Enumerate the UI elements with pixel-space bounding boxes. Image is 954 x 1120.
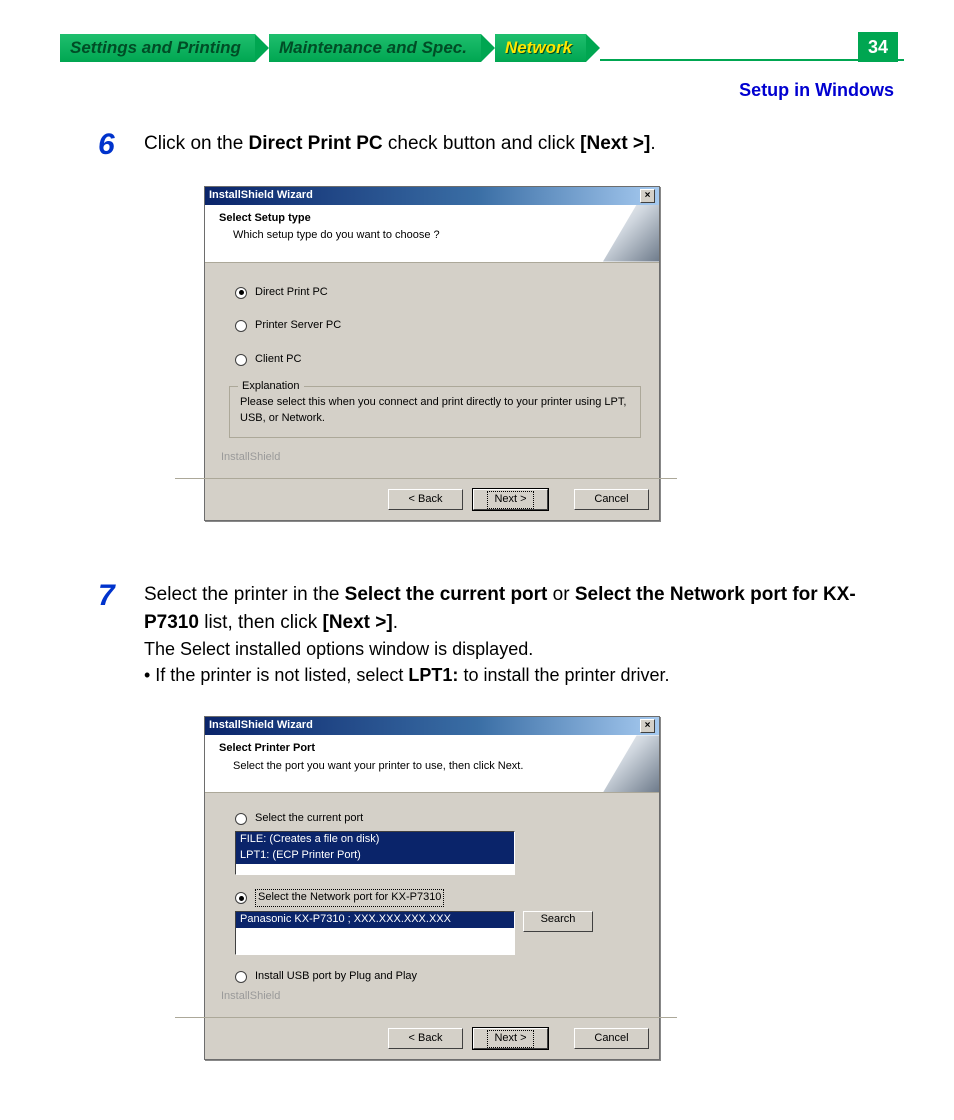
step6-text2: check button and click: [383, 133, 581, 154]
step7-note2b: LPT1:: [408, 665, 458, 685]
dialog-header: Select Setup type Which setup type do yo…: [205, 205, 659, 263]
step7-note1: The Select installed options window is d…: [144, 636, 894, 662]
divider: [175, 478, 677, 479]
installshield-brand: InstallShield: [221, 450, 641, 466]
radio-icon: [235, 813, 247, 825]
step7-bold-3: [Next >]: [323, 612, 393, 633]
setup-type-dialog: InstallShield Wizard × Select Setup type…: [204, 186, 660, 522]
radio-icon: [235, 320, 247, 332]
dialog-subheading: Select the port you want your printer to…: [233, 759, 649, 775]
network-port-list[interactable]: Panasonic KX-P7310 ; XXX.XXX.XXX.XXX: [235, 911, 515, 955]
tab-network[interactable]: Network: [495, 34, 586, 62]
page-number: 34: [858, 32, 898, 62]
radio-icon: [235, 971, 247, 983]
top-nav: Settings and Printing Maintenance and Sp…: [60, 34, 904, 62]
radio-printer-server[interactable]: Printer Server PC: [235, 318, 641, 334]
close-icon[interactable]: ×: [640, 189, 655, 203]
divider: [175, 1017, 677, 1018]
step7-text4: .: [393, 612, 398, 633]
step7-bold-1: Select the current port: [345, 584, 548, 605]
cancel-button[interactable]: Cancel: [574, 1028, 649, 1049]
explanation-box: Explanation Please select this when you …: [229, 386, 641, 438]
radio-icon: [235, 354, 247, 366]
radio-direct-print[interactable]: Direct Print PC: [235, 285, 641, 301]
radio-label: Printer Server PC: [255, 318, 341, 334]
list-item[interactable]: Panasonic KX-P7310 ; XXX.XXX.XXX.XXX: [236, 912, 514, 928]
search-button[interactable]: Search: [523, 911, 593, 932]
cancel-button[interactable]: Cancel: [574, 489, 649, 510]
step-number: 7: [98, 581, 144, 1100]
step7-text2: or: [547, 584, 574, 605]
dialog-subheading: Which setup type do you want to choose ?: [233, 228, 649, 244]
select-port-dialog: InstallShield Wizard × Select Printer Po…: [204, 716, 660, 1060]
tab-maintenance[interactable]: Maintenance and Spec.: [269, 34, 481, 62]
radio-current-port[interactable]: Select the current port: [235, 811, 641, 827]
dialog-titlebar: InstallShield Wizard ×: [205, 717, 659, 735]
next-button[interactable]: Next >: [473, 1028, 548, 1049]
back-button[interactable]: < Back: [388, 489, 463, 510]
dialog-titlebar: InstallShield Wizard ×: [205, 187, 659, 205]
radio-client-pc[interactable]: Client PC: [235, 352, 641, 368]
radio-label: Client PC: [255, 352, 301, 368]
step-number: 6: [98, 130, 144, 561]
list-item[interactable]: FILE: (Creates a file on disk): [236, 832, 514, 848]
step7-note2a: • If the printer is not listed, select: [144, 665, 408, 685]
fieldset-legend: Explanation: [238, 379, 304, 395]
installshield-brand: InstallShield: [221, 989, 641, 1005]
dialog-header: Select Printer Port Select the port you …: [205, 735, 659, 793]
dialog-heading: Select Printer Port: [219, 741, 649, 757]
dialog-heading: Select Setup type: [219, 211, 649, 227]
step6-text3: .: [650, 133, 655, 154]
step7-text: Select the printer in the: [144, 584, 345, 605]
explanation-text: Please select this when you connect and …: [240, 395, 630, 427]
radio-label: Select the Network port for KX-P7310: [255, 889, 444, 907]
step-6: 6 Click on the Direct Print PC check but…: [98, 130, 894, 561]
list-item[interactable]: LPT1: (ECP Printer Port): [236, 848, 514, 864]
radio-label: Select the current port: [255, 811, 363, 827]
step-7: 7 Select the printer in the Select the c…: [98, 581, 894, 1100]
section-link[interactable]: Setup in Windows: [739, 80, 894, 101]
back-button[interactable]: < Back: [388, 1028, 463, 1049]
step7-text3: list, then click: [199, 612, 323, 633]
step6-text: Click on the: [144, 133, 249, 154]
radio-label: Direct Print PC: [255, 285, 328, 301]
tab-settings[interactable]: Settings and Printing: [60, 34, 255, 62]
current-port-list[interactable]: FILE: (Creates a file on disk) LPT1: (EC…: [235, 831, 515, 875]
dialog-title: InstallShield Wizard: [209, 188, 313, 204]
step6-bold-1: Direct Print PC: [249, 133, 383, 154]
dialog-title: InstallShield Wizard: [209, 718, 313, 734]
close-icon[interactable]: ×: [640, 719, 655, 733]
radio-network-port[interactable]: Select the Network port for KX-P7310: [235, 889, 641, 907]
radio-icon: [235, 287, 247, 299]
radio-label: Install USB port by Plug and Play: [255, 969, 417, 985]
step6-bold-2: [Next >]: [580, 133, 650, 154]
radio-usb-port[interactable]: Install USB port by Plug and Play: [235, 969, 641, 985]
radio-icon: [235, 892, 247, 904]
next-button[interactable]: Next >: [473, 489, 548, 510]
step7-note2c: to install the printer driver.: [458, 665, 669, 685]
